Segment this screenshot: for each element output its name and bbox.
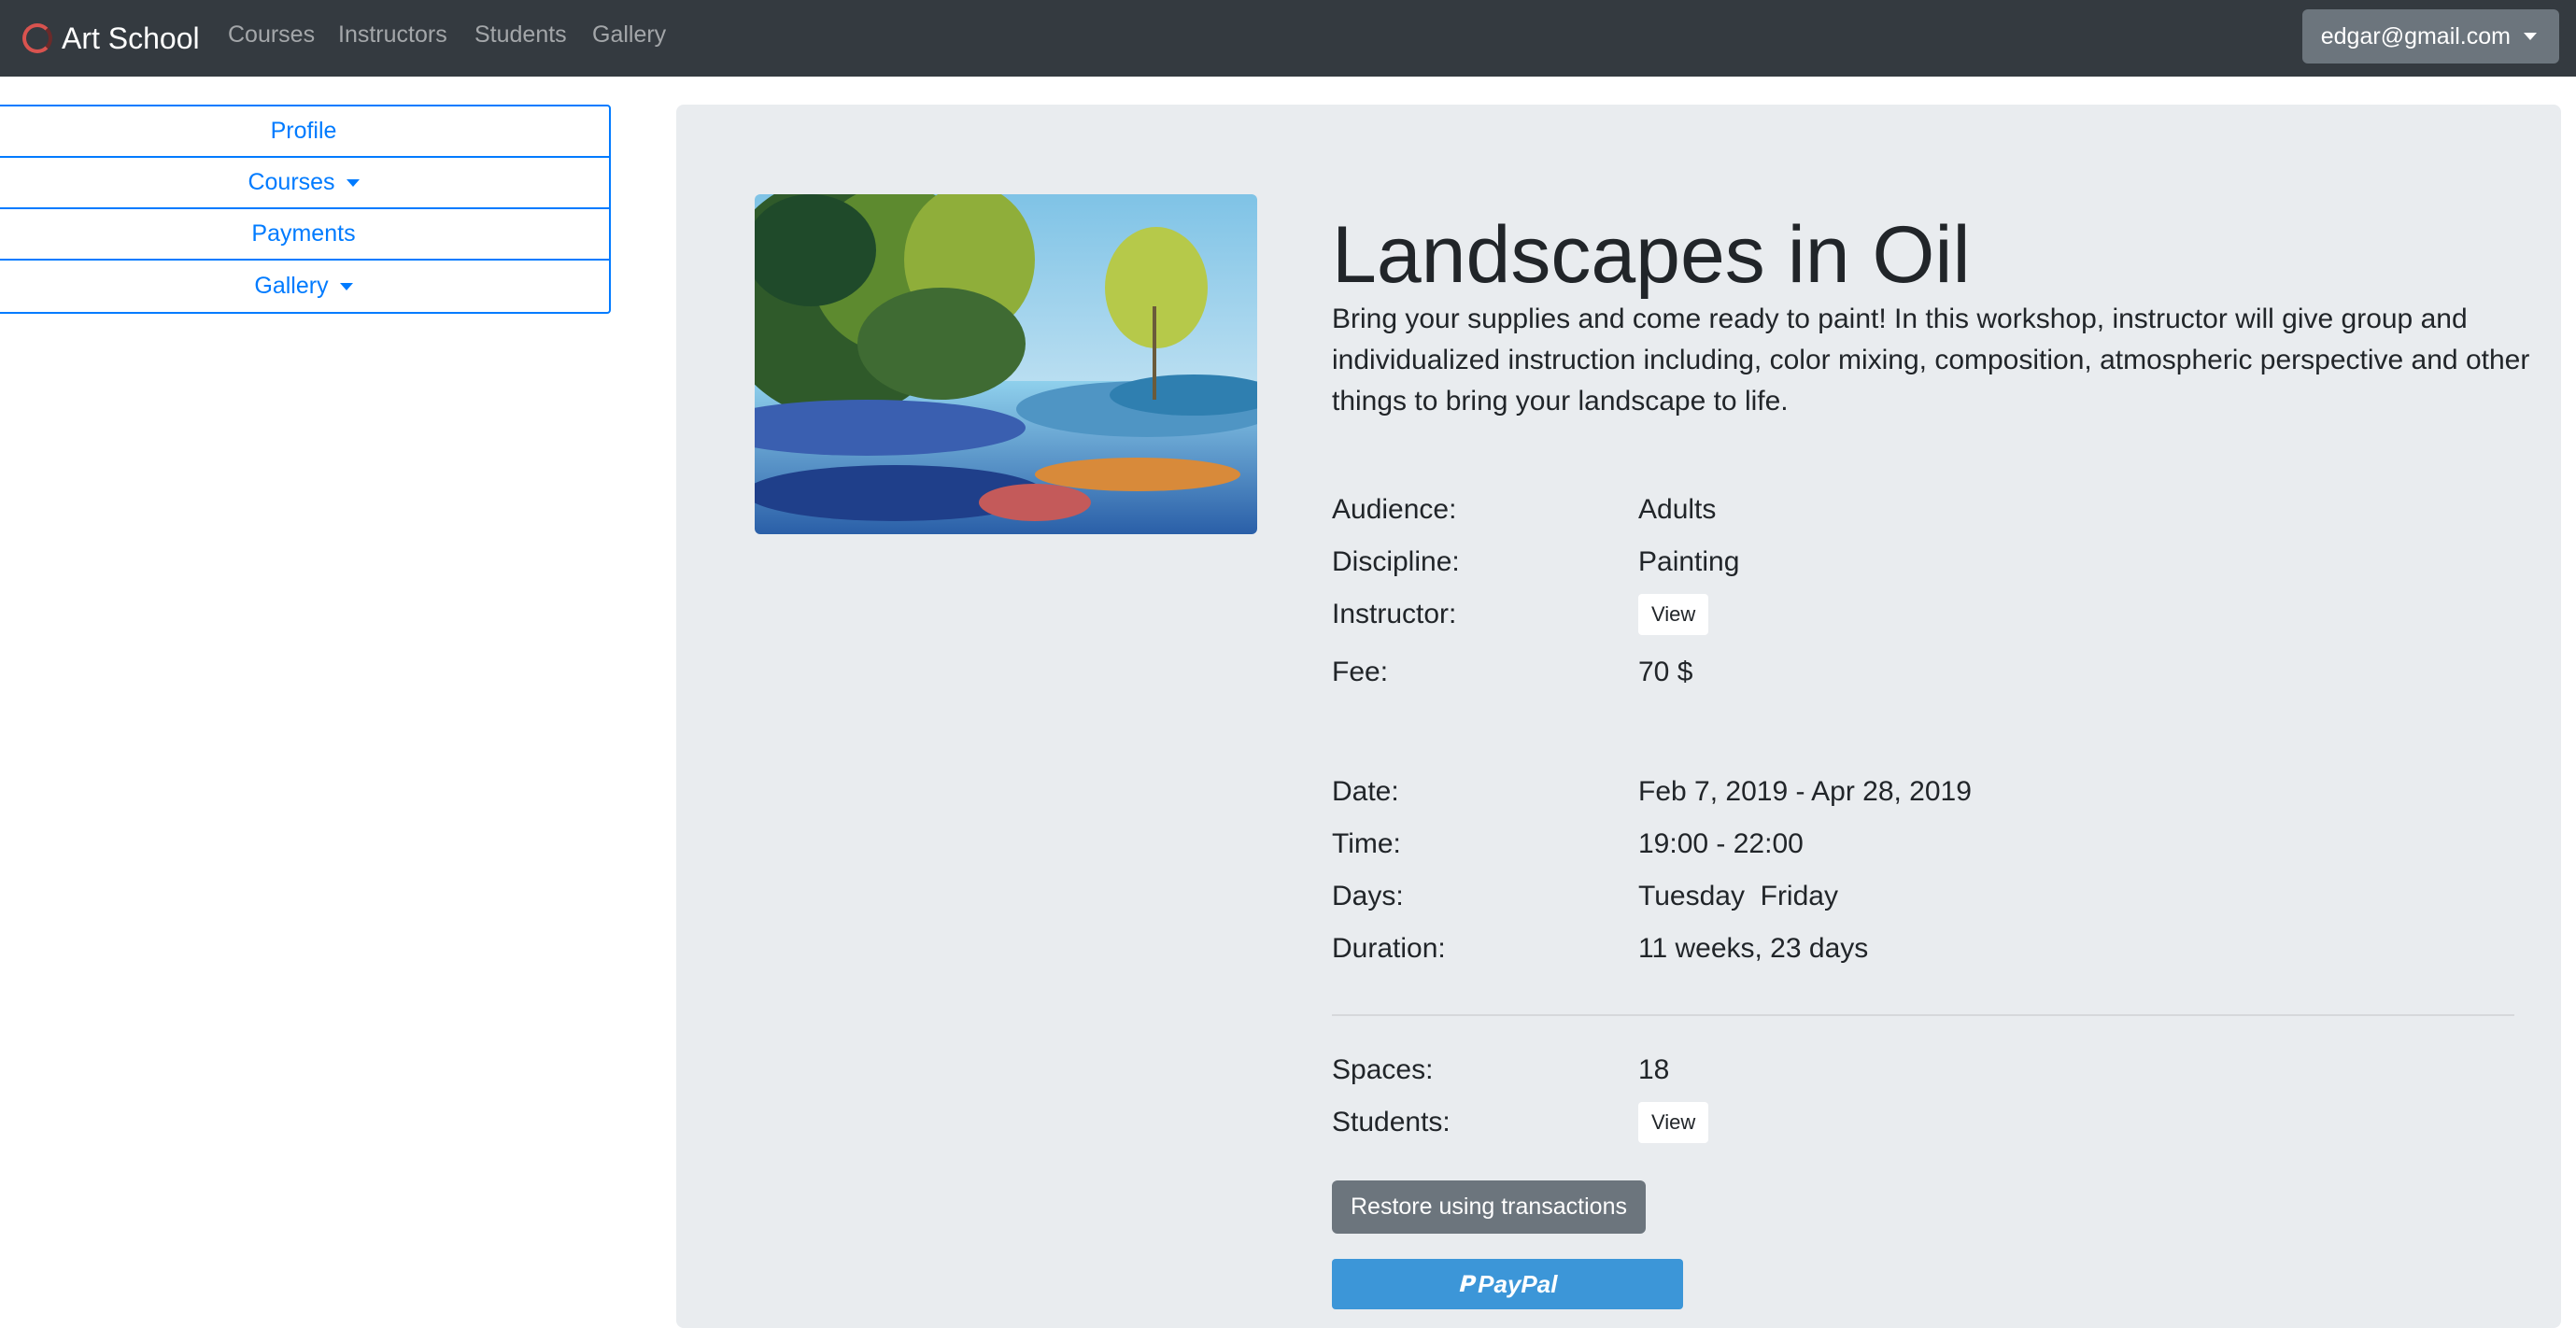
sidebar-item-courses[interactable]: Courses: [0, 158, 609, 209]
sidebar-item-profile[interactable]: Profile: [0, 106, 609, 158]
course-detail-panel: Landscapes in Oil Bring your supplies an…: [676, 105, 2561, 1328]
sidebar-item-label: Payments: [251, 220, 356, 247]
fee-label: Fee:: [1332, 657, 1389, 687]
fee-value: 70 $: [1638, 657, 1693, 687]
discipline-label: Discipline:: [1332, 546, 1460, 577]
spaces-label: Spaces:: [1332, 1054, 1434, 1085]
audience-value: Adults: [1638, 494, 1717, 525]
duration-label: Duration:: [1332, 933, 1446, 964]
section-divider: [1332, 1014, 2514, 1016]
nav-link-instructors[interactable]: Instructors: [338, 21, 447, 49]
sidebar-item-payments[interactable]: Payments: [0, 209, 609, 261]
sidebar-item-label: Gallery: [254, 273, 329, 299]
chevron-down-icon: [2524, 33, 2537, 40]
brand-name: Art School: [62, 21, 200, 55]
chevron-down-icon: [339, 282, 353, 290]
brand-link[interactable]: Art School: [22, 17, 200, 60]
days-value: Tuesday Friday: [1638, 881, 1838, 911]
paypal-icon: 𝗣: [1457, 1271, 1475, 1297]
logo-icon: [22, 23, 52, 53]
sidebar-item-label: Profile: [270, 118, 337, 144]
date-label: Date:: [1332, 776, 1399, 807]
date-value: Feb 7, 2019 - Apr 28, 2019: [1638, 776, 1972, 807]
spaces-value: 18: [1638, 1054, 1670, 1085]
nav-link-courses[interactable]: Courses: [228, 21, 315, 49]
restore-transactions-button[interactable]: Restore using transactions: [1332, 1180, 1646, 1234]
sidebar-item-label: Courses: [248, 169, 335, 195]
course-title: Landscapes in Oil: [1332, 210, 1971, 300]
duration-value: 11 weeks, 23 days: [1638, 933, 1869, 964]
sidebar-menu: Profile Courses Payments Gallery: [0, 105, 611, 314]
nav-link-gallery[interactable]: Gallery: [592, 21, 666, 49]
course-description: Bring your supplies and come ready to pa…: [1332, 304, 2530, 417]
sidebar-item-gallery[interactable]: Gallery: [0, 261, 609, 312]
students-label: Students:: [1332, 1107, 1451, 1137]
time-value: 19:00 - 22:00: [1638, 828, 1804, 859]
view-instructor-button[interactable]: View: [1638, 594, 1709, 635]
audience-label: Audience:: [1332, 494, 1457, 525]
instructor-label: Instructor:: [1332, 599, 1457, 629]
course-image: [755, 194, 1257, 534]
user-dropdown[interactable]: edgar@gmail.com: [2301, 9, 2559, 64]
nav-link-students[interactable]: Students: [474, 21, 567, 49]
chevron-down-icon: [346, 178, 360, 187]
user-email: edgar@gmail.com: [2320, 22, 2511, 49]
days-label: Days:: [1332, 881, 1404, 911]
top-navbar: Art School Courses Instructors Students …: [0, 0, 2576, 77]
paypal-button[interactable]: 𝗣 PayPal: [1332, 1259, 1683, 1309]
view-students-button[interactable]: View: [1638, 1102, 1709, 1143]
discipline-value: Painting: [1638, 546, 1740, 577]
paypal-label: PayPal: [1478, 1269, 1558, 1298]
time-label: Time:: [1332, 828, 1401, 859]
